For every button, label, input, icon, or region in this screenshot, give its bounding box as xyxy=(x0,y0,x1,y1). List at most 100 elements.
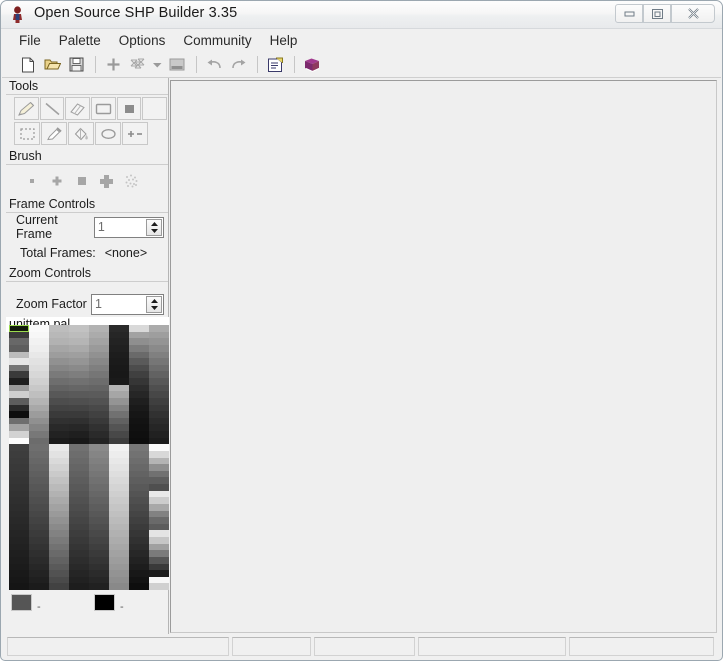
palette-swatch[interactable] xyxy=(69,556,89,564)
palette-swatch[interactable] xyxy=(89,530,109,537)
palette-swatch[interactable] xyxy=(69,543,89,551)
palette-swatch[interactable] xyxy=(129,371,149,378)
palette-swatch[interactable] xyxy=(29,437,49,445)
palette-swatch[interactable] xyxy=(149,510,169,518)
palette-swatch[interactable] xyxy=(69,457,89,465)
palette-swatch[interactable] xyxy=(89,517,109,524)
palette-swatch[interactable] xyxy=(49,576,69,584)
palette-swatch[interactable] xyxy=(129,450,149,458)
palette-swatch[interactable] xyxy=(149,537,169,544)
palette-swatch[interactable] xyxy=(109,391,129,398)
palette-swatch[interactable] xyxy=(109,523,129,531)
palette-swatch[interactable] xyxy=(109,464,129,471)
palette-swatch[interactable] xyxy=(149,364,169,372)
menu-item-options[interactable]: Options xyxy=(110,31,175,50)
palette-swatch[interactable] xyxy=(129,530,149,537)
palette-swatch[interactable] xyxy=(89,543,109,551)
palette-swatch[interactable] xyxy=(29,523,49,531)
palette-swatch[interactable] xyxy=(89,503,109,511)
palette-swatch[interactable] xyxy=(49,378,69,385)
palette-swatch[interactable] xyxy=(109,397,129,405)
palette-swatch[interactable] xyxy=(69,391,89,398)
palette-swatch[interactable] xyxy=(89,338,109,345)
palette-swatch[interactable] xyxy=(109,537,129,544)
palette-swatch[interactable] xyxy=(89,358,109,365)
palette-swatch[interactable] xyxy=(109,384,129,392)
palette-swatch[interactable] xyxy=(149,371,169,378)
palette-swatch[interactable] xyxy=(29,417,49,425)
palette-swatch[interactable] xyxy=(49,543,69,551)
palette-swatch[interactable] xyxy=(149,338,169,345)
palette-swatch[interactable] xyxy=(9,550,29,557)
frames-icon[interactable] xyxy=(126,54,148,75)
palette-swatch[interactable] xyxy=(69,411,89,418)
eyedropper-tool[interactable] xyxy=(41,122,67,145)
palette-swatch[interactable] xyxy=(49,371,69,378)
palette-swatch[interactable] xyxy=(89,550,109,557)
palette-swatch[interactable] xyxy=(89,384,109,392)
palette-swatch[interactable] xyxy=(109,431,129,438)
palette-swatch[interactable] xyxy=(49,431,69,438)
palette-swatch[interactable] xyxy=(109,358,129,365)
palette-swatch[interactable] xyxy=(149,344,169,352)
undo-icon[interactable] xyxy=(203,54,225,75)
secondary-color-swatch[interactable] xyxy=(94,594,115,611)
palette-swatch[interactable] xyxy=(49,457,69,465)
palette-swatch[interactable] xyxy=(129,570,149,577)
line-tool[interactable] xyxy=(39,97,65,120)
palette-swatch[interactable] xyxy=(29,563,49,571)
brush-spray[interactable] xyxy=(119,170,144,192)
palette-swatch[interactable] xyxy=(9,378,29,385)
palette-swatch[interactable] xyxy=(49,450,69,458)
palette-swatch[interactable] xyxy=(49,364,69,372)
palette-swatch[interactable] xyxy=(129,550,149,557)
palette-swatch[interactable] xyxy=(109,437,129,445)
palette-swatch[interactable] xyxy=(29,583,49,590)
palette-swatch[interactable] xyxy=(129,563,149,571)
palette-swatch[interactable] xyxy=(129,384,149,392)
palette-swatch[interactable] xyxy=(49,424,69,431)
menu-item-palette[interactable]: Palette xyxy=(50,31,110,50)
palette-swatch[interactable] xyxy=(9,537,29,544)
palette-swatch[interactable] xyxy=(149,424,169,431)
palette-swatch[interactable] xyxy=(69,497,89,504)
palette-swatch[interactable] xyxy=(69,530,89,537)
palette-swatch[interactable] xyxy=(109,484,129,491)
palette-swatch[interactable] xyxy=(109,411,129,418)
palette-swatch[interactable] xyxy=(49,583,69,590)
palette-swatch[interactable] xyxy=(29,358,49,365)
palette-swatch[interactable] xyxy=(129,543,149,551)
palette-swatch[interactable] xyxy=(29,431,49,438)
palette-swatch[interactable] xyxy=(89,470,109,478)
palette-swatch[interactable] xyxy=(89,444,109,451)
palette-swatch[interactable] xyxy=(109,417,129,425)
select-marquee-tool[interactable] xyxy=(14,122,40,145)
palette-swatch[interactable] xyxy=(9,457,29,465)
ellipse-tool[interactable] xyxy=(95,122,121,145)
palette-swatch[interactable] xyxy=(9,364,29,372)
palette-swatch[interactable] xyxy=(149,583,169,590)
palette-swatch[interactable] xyxy=(149,351,169,359)
palette-swatch[interactable] xyxy=(49,550,69,557)
palette-swatch[interactable] xyxy=(109,570,129,577)
palette-swatch[interactable] xyxy=(69,371,89,378)
color-palette-grid[interactable] xyxy=(9,325,169,590)
palette-swatch[interactable] xyxy=(29,470,49,478)
palette-swatch[interactable] xyxy=(49,325,69,332)
palette-swatch[interactable] xyxy=(89,411,109,418)
palette-swatch[interactable] xyxy=(89,331,109,339)
palette-swatch[interactable] xyxy=(69,576,89,584)
palette-swatch[interactable] xyxy=(9,497,29,504)
palette-swatch[interactable] xyxy=(29,444,49,451)
palette-swatch[interactable] xyxy=(149,543,169,551)
palette-swatch[interactable] xyxy=(29,450,49,458)
palette-swatch[interactable] xyxy=(89,576,109,584)
chevron-down-icon[interactable] xyxy=(150,54,164,75)
palette-swatch[interactable] xyxy=(69,437,89,445)
palette-swatch[interactable] xyxy=(9,397,29,405)
palette-swatch[interactable] xyxy=(69,344,89,352)
palette-swatch[interactable] xyxy=(29,550,49,557)
palette-swatch[interactable] xyxy=(9,530,29,537)
palette-swatch[interactable] xyxy=(129,477,149,484)
palette-swatch[interactable] xyxy=(49,484,69,491)
